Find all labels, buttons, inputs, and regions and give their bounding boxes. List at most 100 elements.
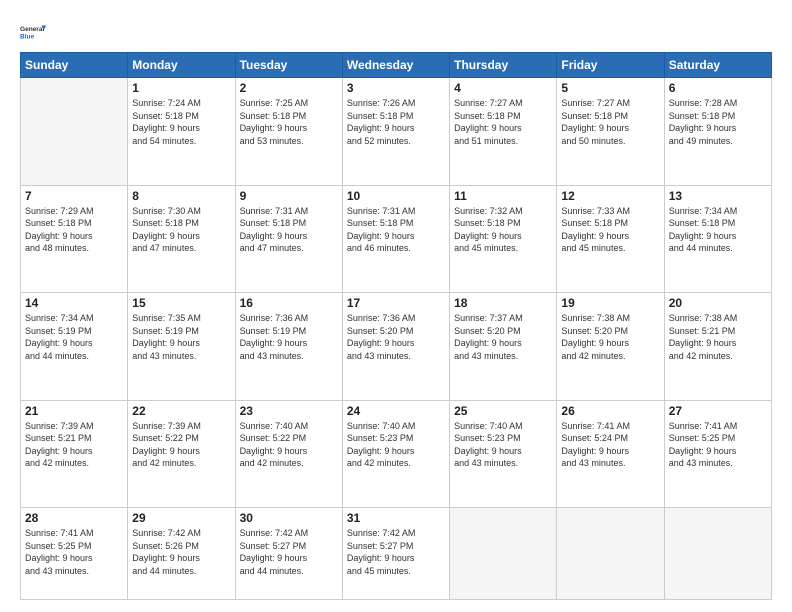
day-number: 18 bbox=[454, 296, 552, 310]
calendar-day-cell: 2 Sunrise: 7:25 AM Sunset: 5:18 PM Daylig… bbox=[235, 78, 342, 186]
day-info: Sunrise: 7:25 AM Sunset: 5:18 PM Dayligh… bbox=[240, 97, 338, 147]
day-info: Sunrise: 7:40 AM Sunset: 5:23 PM Dayligh… bbox=[347, 420, 445, 470]
calendar-header-cell: Wednesday bbox=[342, 53, 449, 78]
day-number: 22 bbox=[132, 404, 230, 418]
day-info: Sunrise: 7:28 AM Sunset: 5:18 PM Dayligh… bbox=[669, 97, 767, 147]
day-info: Sunrise: 7:36 AM Sunset: 5:19 PM Dayligh… bbox=[240, 312, 338, 362]
day-number: 12 bbox=[561, 189, 659, 203]
day-info: Sunrise: 7:38 AM Sunset: 5:20 PM Dayligh… bbox=[561, 312, 659, 362]
day-info: Sunrise: 7:39 AM Sunset: 5:21 PM Dayligh… bbox=[25, 420, 123, 470]
day-number: 31 bbox=[347, 511, 445, 525]
calendar-day-cell: 25Sunrise: 7:40 AM Sunset: 5:23 PM Dayli… bbox=[450, 400, 557, 508]
calendar-day-cell: 21 Sunrise: 7:39 AM Sunset: 5:21 PM Dayli… bbox=[21, 400, 128, 508]
svg-text:General: General bbox=[20, 26, 44, 33]
calendar-day-cell: 31Sunrise: 7:42 AM Sunset: 5:27 PM Dayli… bbox=[342, 508, 449, 600]
day-number: 13 bbox=[669, 189, 767, 203]
day-info: Sunrise: 7:38 AM Sunset: 5:21 PM Dayligh… bbox=[669, 312, 767, 362]
calendar-day-cell: 16Sunrise: 7:36 AM Sunset: 5:19 PM Dayli… bbox=[235, 293, 342, 401]
calendar-day-cell: 24 Sunrise: 7:40 AM Sunset: 5:23 PM Dayli… bbox=[342, 400, 449, 508]
calendar-day-cell: 11 Sunrise: 7:32 AM Sunset: 5:18 PM Dayli… bbox=[450, 185, 557, 293]
day-info: Sunrise: 7:34 AM Sunset: 5:19 PM Dayligh… bbox=[25, 312, 123, 362]
calendar-day-cell: 5 Sunrise: 7:27 AM Sunset: 5:18 PM Daylig… bbox=[557, 78, 664, 186]
calendar-week-row: 1Sunrise: 7:24 AM Sunset: 5:18 PM Daylig… bbox=[21, 78, 772, 186]
calendar-day-cell: 8 Sunrise: 7:30 AM Sunset: 5:18 PM Daylig… bbox=[128, 185, 235, 293]
day-number: 19 bbox=[561, 296, 659, 310]
calendar-day-cell: 22 Sunrise: 7:39 AM Sunset: 5:22 PM Dayli… bbox=[128, 400, 235, 508]
day-info: Sunrise: 7:26 AM Sunset: 5:18 PM Dayligh… bbox=[347, 97, 445, 147]
calendar-day-cell: 7Sunrise: 7:29 AM Sunset: 5:18 PM Daylig… bbox=[21, 185, 128, 293]
calendar-week-row: 14 Sunrise: 7:34 AM Sunset: 5:19 PM Dayli… bbox=[21, 293, 772, 401]
day-number: 20 bbox=[669, 296, 767, 310]
day-info: Sunrise: 7:40 AM Sunset: 5:22 PM Dayligh… bbox=[240, 420, 338, 470]
day-number: 1 bbox=[132, 81, 230, 95]
day-info: Sunrise: 7:41 AM Sunset: 5:25 PM Dayligh… bbox=[25, 527, 123, 577]
logo: GeneralBlue bbox=[20, 18, 50, 46]
day-number: 24 bbox=[347, 404, 445, 418]
day-info: Sunrise: 7:32 AM Sunset: 5:18 PM Dayligh… bbox=[454, 205, 552, 255]
calendar-day-cell bbox=[557, 508, 664, 600]
page: GeneralBlue SundayMondayTuesdayWednesday… bbox=[0, 0, 792, 612]
day-info: Sunrise: 7:35 AM Sunset: 5:19 PM Dayligh… bbox=[132, 312, 230, 362]
header: GeneralBlue bbox=[20, 18, 772, 46]
calendar-day-cell: 3Sunrise: 7:26 AM Sunset: 5:18 PM Daylig… bbox=[342, 78, 449, 186]
day-number: 29 bbox=[132, 511, 230, 525]
logo-icon: GeneralBlue bbox=[20, 18, 48, 46]
calendar-day-cell: 14 Sunrise: 7:34 AM Sunset: 5:19 PM Dayli… bbox=[21, 293, 128, 401]
day-number: 10 bbox=[347, 189, 445, 203]
day-info: Sunrise: 7:41 AM Sunset: 5:24 PM Dayligh… bbox=[561, 420, 659, 470]
day-info: Sunrise: 7:41 AM Sunset: 5:25 PM Dayligh… bbox=[669, 420, 767, 470]
calendar-header-row: SundayMondayTuesdayWednesdayThursdayFrid… bbox=[21, 53, 772, 78]
calendar-day-cell: 23 Sunrise: 7:40 AM Sunset: 5:22 PM Dayli… bbox=[235, 400, 342, 508]
day-info: Sunrise: 7:42 AM Sunset: 5:27 PM Dayligh… bbox=[240, 527, 338, 577]
day-number: 21 bbox=[25, 404, 123, 418]
day-number: 4 bbox=[454, 81, 552, 95]
day-number: 23 bbox=[240, 404, 338, 418]
calendar-day-cell: 17 Sunrise: 7:36 AM Sunset: 5:20 PM Dayli… bbox=[342, 293, 449, 401]
day-number: 9 bbox=[240, 189, 338, 203]
day-info: Sunrise: 7:30 AM Sunset: 5:18 PM Dayligh… bbox=[132, 205, 230, 255]
calendar-day-cell: 27 Sunrise: 7:41 AM Sunset: 5:25 PM Dayli… bbox=[664, 400, 771, 508]
day-info: Sunrise: 7:33 AM Sunset: 5:18 PM Dayligh… bbox=[561, 205, 659, 255]
day-info: Sunrise: 7:39 AM Sunset: 5:22 PM Dayligh… bbox=[132, 420, 230, 470]
calendar-day-cell bbox=[450, 508, 557, 600]
day-number: 14 bbox=[25, 296, 123, 310]
calendar-table: SundayMondayTuesdayWednesdayThursdayFrid… bbox=[20, 52, 772, 600]
calendar-day-cell: 30 Sunrise: 7:42 AM Sunset: 5:27 PM Dayli… bbox=[235, 508, 342, 600]
calendar-day-cell: 1Sunrise: 7:24 AM Sunset: 5:18 PM Daylig… bbox=[128, 78, 235, 186]
day-info: Sunrise: 7:37 AM Sunset: 5:20 PM Dayligh… bbox=[454, 312, 552, 362]
calendar-header-cell: Tuesday bbox=[235, 53, 342, 78]
calendar-day-cell bbox=[664, 508, 771, 600]
day-number: 26 bbox=[561, 404, 659, 418]
calendar-week-row: 21 Sunrise: 7:39 AM Sunset: 5:21 PM Dayli… bbox=[21, 400, 772, 508]
calendar-header-cell: Sunday bbox=[21, 53, 128, 78]
calendar-week-row: 28 Sunrise: 7:41 AM Sunset: 5:25 PM Dayli… bbox=[21, 508, 772, 600]
day-number: 5 bbox=[561, 81, 659, 95]
day-info: Sunrise: 7:34 AM Sunset: 5:18 PM Dayligh… bbox=[669, 205, 767, 255]
day-info: Sunrise: 7:42 AM Sunset: 5:26 PM Dayligh… bbox=[132, 527, 230, 577]
calendar-day-cell bbox=[21, 78, 128, 186]
calendar-day-cell: 10 Sunrise: 7:31 AM Sunset: 5:18 PM Dayli… bbox=[342, 185, 449, 293]
calendar-header-cell: Monday bbox=[128, 53, 235, 78]
calendar-day-cell: 18 Sunrise: 7:37 AM Sunset: 5:20 PM Dayli… bbox=[450, 293, 557, 401]
day-number: 6 bbox=[669, 81, 767, 95]
day-number: 28 bbox=[25, 511, 123, 525]
day-number: 30 bbox=[240, 511, 338, 525]
day-info: Sunrise: 7:31 AM Sunset: 5:18 PM Dayligh… bbox=[240, 205, 338, 255]
calendar-day-cell: 29 Sunrise: 7:42 AM Sunset: 5:26 PM Dayli… bbox=[128, 508, 235, 600]
calendar-week-row: 7Sunrise: 7:29 AM Sunset: 5:18 PM Daylig… bbox=[21, 185, 772, 293]
day-number: 11 bbox=[454, 189, 552, 203]
day-info: Sunrise: 7:27 AM Sunset: 5:18 PM Dayligh… bbox=[561, 97, 659, 147]
day-info: Sunrise: 7:31 AM Sunset: 5:18 PM Dayligh… bbox=[347, 205, 445, 255]
day-info: Sunrise: 7:29 AM Sunset: 5:18 PM Dayligh… bbox=[25, 205, 123, 255]
day-number: 17 bbox=[347, 296, 445, 310]
day-number: 2 bbox=[240, 81, 338, 95]
day-info: Sunrise: 7:36 AM Sunset: 5:20 PM Dayligh… bbox=[347, 312, 445, 362]
day-info: Sunrise: 7:27 AM Sunset: 5:18 PM Dayligh… bbox=[454, 97, 552, 147]
day-number: 15 bbox=[132, 296, 230, 310]
calendar-day-cell: 13 Sunrise: 7:34 AM Sunset: 5:18 PM Dayli… bbox=[664, 185, 771, 293]
calendar-header-cell: Friday bbox=[557, 53, 664, 78]
day-number: 8 bbox=[132, 189, 230, 203]
day-number: 27 bbox=[669, 404, 767, 418]
calendar-day-cell: 19 Sunrise: 7:38 AM Sunset: 5:20 PM Dayli… bbox=[557, 293, 664, 401]
calendar-header-cell: Thursday bbox=[450, 53, 557, 78]
